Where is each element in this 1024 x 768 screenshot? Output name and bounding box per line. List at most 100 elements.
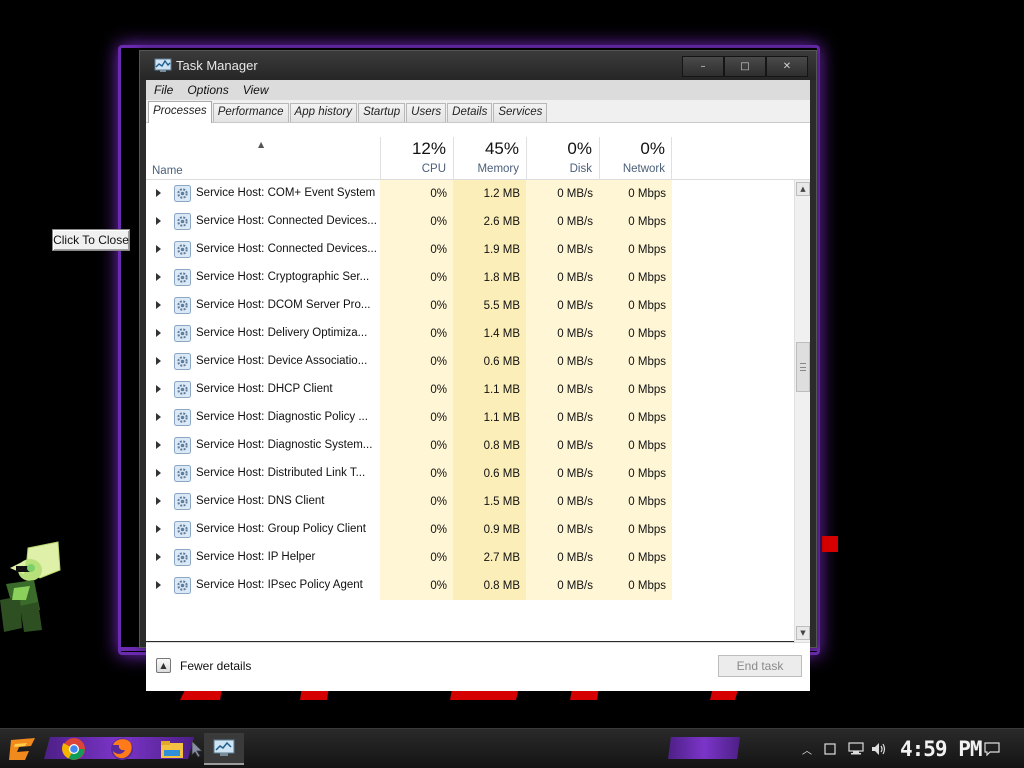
collapse-chevron-icon[interactable]: ▲ xyxy=(156,658,171,673)
cpu-total-percent: 12% xyxy=(411,139,446,158)
menu-options[interactable]: Options xyxy=(187,83,228,97)
expand-arrow-icon[interactable] xyxy=(156,189,161,197)
service-gear-icon xyxy=(174,577,191,594)
column-name[interactable]: Name xyxy=(152,165,183,177)
process-name: Service Host: DHCP Client xyxy=(196,383,333,395)
click-to-close-button[interactable]: Click To Close xyxy=(52,229,130,251)
notification-tray-icon[interactable] xyxy=(822,733,838,765)
disk-total-percent: 0% xyxy=(567,139,592,158)
process-memory: 1.5 MB xyxy=(453,488,526,516)
process-name: Service Host: Diagnostic System... xyxy=(196,439,373,451)
file-explorer-icon[interactable] xyxy=(156,733,188,765)
process-row[interactable]: Service Host: Delivery Optimiza... 0% 1.4 … xyxy=(146,320,795,348)
process-row[interactable]: Service Host: Cryptographic Ser... 0% 1.8 … xyxy=(146,264,795,292)
service-gear-icon xyxy=(174,549,191,566)
action-center-icon[interactable] xyxy=(982,733,1002,765)
process-disk: 0 MB/s xyxy=(526,236,599,264)
expand-arrow-icon[interactable] xyxy=(156,301,161,309)
process-row[interactable]: Service Host: DNS Client 0% 1.5 MB 0 MB/s 0 … xyxy=(146,488,795,516)
memory-total-percent: 45% xyxy=(484,139,519,158)
process-network: 0 Mbps xyxy=(599,320,672,348)
process-memory: 5.5 MB xyxy=(453,292,526,320)
expand-arrow-icon[interactable] xyxy=(156,413,161,421)
expand-arrow-icon[interactable] xyxy=(156,217,161,225)
process-row[interactable]: Service Host: Device Associatio... 0% 0.6 … xyxy=(146,348,795,376)
service-gear-icon xyxy=(174,269,191,286)
fewer-details-link[interactable]: Fewer details xyxy=(180,659,251,673)
process-row[interactable]: Service Host: Group Policy Client 0% 0.9 M… xyxy=(146,516,795,544)
process-network: 0 Mbps xyxy=(599,516,672,544)
title-bar[interactable]: Task Manager – □ ✕ xyxy=(140,51,816,80)
task-manager-icon xyxy=(154,58,172,72)
tab-processes[interactable]: Processes xyxy=(148,101,212,123)
process-name: Service Host: Diagnostic Policy ... xyxy=(196,411,368,423)
sort-ascending-icon: ▲ xyxy=(258,140,265,149)
tab-services[interactable]: Services xyxy=(493,103,548,122)
process-row[interactable]: Service Host: Distributed Link T... 0% 0.6… xyxy=(146,460,795,488)
firefox-icon[interactable] xyxy=(106,733,138,765)
process-name: Service Host: IPsec Policy Agent xyxy=(196,579,363,591)
process-disk: 0 MB/s xyxy=(526,376,599,404)
expand-arrow-icon[interactable] xyxy=(156,441,161,449)
tab-performance[interactable]: Performance xyxy=(212,103,289,122)
process-list: Service Host: COM+ Event System 0% 1.2 MB 0… xyxy=(146,180,795,642)
column-disk[interactable]: 0% Disk xyxy=(526,137,598,180)
expand-arrow-icon[interactable] xyxy=(156,329,161,337)
expand-arrow-icon[interactable] xyxy=(156,357,161,365)
process-disk: 0 MB/s xyxy=(526,572,599,600)
menu-view[interactable]: View xyxy=(243,83,269,97)
tab-app-history[interactable]: App history xyxy=(289,103,358,122)
expand-arrow-icon[interactable] xyxy=(156,553,161,561)
process-row[interactable]: Service Host: Diagnostic System... 0% 0.8 … xyxy=(146,432,795,460)
network-total-percent: 0% xyxy=(640,139,665,158)
process-network: 0 Mbps xyxy=(599,208,672,236)
chrome-icon[interactable] xyxy=(58,733,90,765)
process-row[interactable]: Service Host: Connected Devices... 0% 2.6 … xyxy=(146,208,795,236)
column-cpu[interactable]: 12% CPU xyxy=(380,137,452,180)
column-network[interactable]: 0% Network xyxy=(599,137,672,180)
tab-details[interactable]: Details xyxy=(447,103,493,122)
scrollbar-thumb[interactable] xyxy=(796,342,810,392)
menu-file[interactable]: File xyxy=(154,83,173,97)
process-name: Service Host: IP Helper xyxy=(196,551,316,563)
process-row[interactable]: Service Host: Diagnostic Policy ... 0% 1.1… xyxy=(146,404,795,432)
taskbar-clock[interactable]: 4:59 PM xyxy=(900,733,983,765)
memory-label: Memory xyxy=(477,163,519,175)
scroll-down-arrow-icon[interactable]: ▼ xyxy=(796,626,810,640)
volume-icon[interactable] xyxy=(870,733,890,765)
show-hidden-icons-chevron-icon[interactable]: ︿ xyxy=(800,733,814,765)
column-memory[interactable]: 45% Memory xyxy=(453,137,525,180)
scroll-up-arrow-icon[interactable]: ▲ xyxy=(796,182,810,196)
process-network: 0 Mbps xyxy=(599,432,672,460)
process-row[interactable]: Service Host: DCOM Server Pro... 0% 5.5 MB… xyxy=(146,292,795,320)
network-icon[interactable] xyxy=(846,733,866,765)
window-title: Task Manager xyxy=(176,58,258,73)
expand-arrow-icon[interactable] xyxy=(156,497,161,505)
process-row[interactable]: Service Host: COM+ Event System 0% 1.2 MB 0… xyxy=(146,180,795,208)
tab-startup[interactable]: Startup xyxy=(358,103,406,122)
process-cpu: 0% xyxy=(380,376,453,404)
process-row[interactable]: Service Host: DHCP Client 0% 1.1 MB 0 MB/s 0… xyxy=(146,376,795,404)
expand-arrow-icon[interactable] xyxy=(156,273,161,281)
expand-arrow-icon[interactable] xyxy=(156,525,161,533)
process-name: Service Host: Device Associatio... xyxy=(196,355,368,367)
process-cpu: 0% xyxy=(380,292,453,320)
expand-arrow-icon[interactable] xyxy=(156,469,161,477)
process-row[interactable]: Service Host: IP Helper 0% 2.7 MB 0 MB/s 0 M… xyxy=(146,544,795,572)
start-logo-icon[interactable] xyxy=(8,733,40,765)
process-memory: 0.6 MB xyxy=(453,348,526,376)
task-manager-taskbar-icon[interactable] xyxy=(204,733,244,765)
close-button[interactable]: ✕ xyxy=(766,56,808,77)
process-row[interactable]: Service Host: Connected Devices... 0% 1.9 … xyxy=(146,236,795,264)
tab-users[interactable]: Users xyxy=(406,103,447,122)
process-row[interactable]: Service Host: IPsec Policy Agent 0% 0.8 MB… xyxy=(146,572,795,600)
minimize-button[interactable]: – xyxy=(682,56,724,77)
service-gear-icon xyxy=(174,465,191,482)
process-disk: 0 MB/s xyxy=(526,544,599,572)
expand-arrow-icon[interactable] xyxy=(156,581,161,589)
expand-arrow-icon[interactable] xyxy=(156,245,161,253)
maximize-button[interactable]: □ xyxy=(724,56,766,77)
end-task-button[interactable]: End task xyxy=(718,655,802,677)
vertical-scrollbar[interactable]: ▲ ▼ xyxy=(794,180,810,642)
expand-arrow-icon[interactable] xyxy=(156,385,161,393)
